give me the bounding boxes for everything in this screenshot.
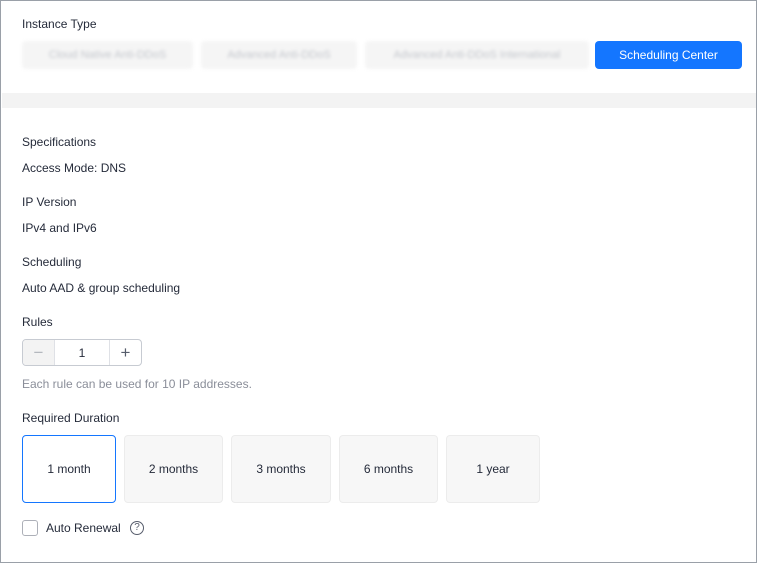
rules-hint: Each rule can be used for 10 IP addresse… bbox=[22, 377, 252, 391]
auto-renewal-label[interactable]: Auto Renewal bbox=[46, 521, 121, 535]
tab-advanced-anti-ddos[interactable]: Advanced Anti-DDoS bbox=[201, 41, 357, 69]
purchase-form-panel: Instance Type Cloud Native Anti-DDoS Adv… bbox=[0, 0, 757, 563]
auto-renewal-checkbox[interactable] bbox=[22, 520, 38, 536]
tab-advanced-anti-ddos-international[interactable]: Advanced Anti-DDoS International bbox=[365, 41, 589, 69]
access-mode-value: Access Mode: DNS bbox=[22, 161, 127, 175]
help-icon[interactable]: ? bbox=[130, 521, 144, 535]
tab-cloud-native-anti-ddos[interactable]: Cloud Native Anti-DDoS bbox=[22, 41, 193, 69]
instance-type-label: Instance Type bbox=[22, 17, 97, 31]
duration-option-1-year[interactable]: 1 year bbox=[446, 435, 540, 503]
scheduling-label: Scheduling bbox=[22, 255, 82, 269]
section-divider bbox=[2, 93, 756, 108]
decrement-button[interactable]: − bbox=[23, 340, 55, 365]
ip-version-value: IPv4 and IPv6 bbox=[22, 221, 97, 235]
required-duration-label: Required Duration bbox=[22, 411, 120, 425]
duration-option-6-months[interactable]: 6 months bbox=[339, 435, 438, 503]
duration-option-2-months[interactable]: 2 months bbox=[124, 435, 223, 503]
duration-option-1-month[interactable]: 1 month bbox=[22, 435, 116, 503]
scheduling-value: Auto AAD & group scheduling bbox=[22, 281, 181, 295]
specifications-label: Specifications bbox=[22, 135, 97, 149]
rules-quantity-stepper: − + bbox=[22, 339, 142, 366]
rules-label: Rules bbox=[22, 315, 53, 329]
tab-scheduling-center[interactable]: Scheduling Center bbox=[595, 41, 742, 69]
increment-button[interactable]: + bbox=[109, 340, 141, 365]
rules-quantity-input[interactable] bbox=[55, 340, 109, 365]
duration-option-3-months[interactable]: 3 months bbox=[231, 435, 331, 503]
ip-version-label: IP Version bbox=[22, 195, 77, 209]
